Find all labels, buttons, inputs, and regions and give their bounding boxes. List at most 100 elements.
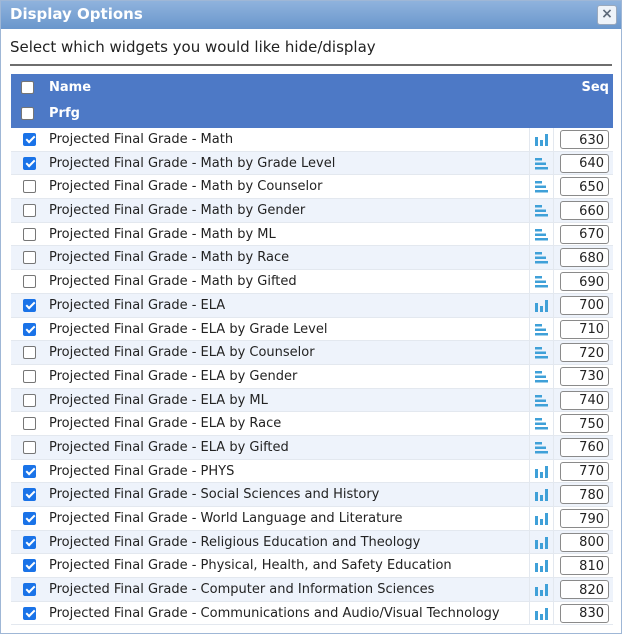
- bar-chart-icon[interactable]: [529, 601, 554, 625]
- row-checkbox[interactable]: [23, 156, 36, 170]
- seq-input[interactable]: [560, 319, 609, 339]
- seq-input[interactable]: [560, 224, 609, 244]
- hbar-chart-icon[interactable]: [529, 175, 554, 199]
- table-header: Name Seq Prfg: [11, 74, 613, 128]
- bar-chart-icon[interactable]: [529, 507, 554, 530]
- table-row: Projected Final Grade - Math by Grade Le…: [11, 151, 613, 176]
- row-checkbox[interactable]: [23, 464, 36, 478]
- seq-input[interactable]: [560, 130, 609, 149]
- column-header-seq: Seq: [581, 80, 610, 95]
- close-icon[interactable]: ×: [597, 5, 617, 25]
- divider: [10, 64, 612, 66]
- instructions-text: Select which widgets you would like hide…: [10, 38, 376, 56]
- seq-input[interactable]: [560, 248, 609, 268]
- row-checkbox[interactable]: [23, 488, 36, 502]
- widget-name: Projected Final Grade - ELA by ML: [49, 392, 268, 408]
- row-checkbox[interactable]: [23, 275, 36, 289]
- table-row: Projected Final Grade - ELA by Grade Lev…: [11, 317, 613, 342]
- row-checkbox[interactable]: [23, 298, 36, 312]
- select-all-checkbox[interactable]: [21, 81, 34, 94]
- bar-chart-icon[interactable]: [529, 483, 554, 507]
- seq-input[interactable]: [560, 437, 609, 457]
- seq-input[interactable]: [560, 177, 609, 197]
- row-checkbox[interactable]: [23, 393, 36, 407]
- seq-input[interactable]: [560, 272, 609, 292]
- seq-input[interactable]: [560, 485, 609, 505]
- row-checkbox[interactable]: [23, 204, 36, 218]
- row-checkbox[interactable]: [23, 417, 36, 431]
- hbar-chart-icon[interactable]: [529, 412, 554, 436]
- seq-input[interactable]: [560, 532, 609, 552]
- row-checkbox[interactable]: [23, 251, 36, 265]
- bar-chart-icon[interactable]: [529, 530, 554, 554]
- hbar-chart-icon[interactable]: [529, 199, 554, 223]
- row-checkbox[interactable]: [23, 440, 36, 454]
- hbar-chart-icon[interactable]: [529, 341, 554, 365]
- widget-name: Projected Final Grade - Math by ML: [49, 226, 276, 242]
- row-checkbox[interactable]: [23, 133, 36, 146]
- widget-name: Projected Final Grade - Math: [49, 132, 234, 147]
- table-row: Projected Final Grade - Math: [11, 128, 613, 152]
- hbar-chart-icon[interactable]: [529, 222, 554, 246]
- dialog-titlebar: Display Options ×: [1, 1, 621, 29]
- table-row: Projected Final Grade - ELA: [11, 293, 613, 318]
- row-checkbox[interactable]: [23, 559, 36, 573]
- seq-input[interactable]: [560, 414, 609, 434]
- bar-chart-icon[interactable]: [529, 293, 554, 317]
- bar-chart-icon[interactable]: [529, 459, 554, 483]
- table-row: Projected Final Grade - Physical, Health…: [11, 554, 613, 579]
- seq-input[interactable]: [560, 153, 609, 173]
- seq-input[interactable]: [560, 295, 609, 315]
- seq-input[interactable]: [560, 509, 609, 528]
- row-checkbox[interactable]: [23, 180, 36, 194]
- bar-chart-icon[interactable]: [529, 554, 554, 578]
- seq-input[interactable]: [560, 556, 609, 576]
- widget-name: Projected Final Grade - Math by Counselo…: [49, 179, 323, 195]
- table-row: Projected Final Grade - ELA by Gifted: [11, 435, 613, 460]
- seq-input[interactable]: [560, 343, 609, 363]
- hbar-chart-icon[interactable]: [529, 246, 554, 270]
- seq-input[interactable]: [560, 201, 609, 221]
- widget-name: Projected Final Grade - World Language a…: [49, 511, 403, 526]
- table-row: Projected Final Grade - Social Sciences …: [11, 483, 613, 507]
- bar-chart-icon[interactable]: [529, 128, 554, 151]
- table-row: Projected Final Grade - Math by Gifted: [11, 270, 613, 294]
- seq-input[interactable]: [560, 366, 609, 386]
- widget-name: Projected Final Grade - Math by Gender: [49, 203, 306, 219]
- hbar-chart-icon[interactable]: [529, 435, 554, 459]
- table-row: Projected Final Grade - Math by Race: [11, 246, 613, 271]
- hbar-chart-icon[interactable]: [529, 270, 554, 294]
- row-checkbox[interactable]: [23, 322, 36, 336]
- row-checkbox[interactable]: [23, 369, 36, 383]
- seq-input[interactable]: [560, 461, 609, 481]
- seq-input[interactable]: [560, 390, 609, 410]
- widget-name: Projected Final Grade - PHYS: [49, 463, 235, 479]
- widgets-table: Name Seq Prfg Projected Final Grade - Ma…: [11, 74, 613, 626]
- hbar-chart-icon[interactable]: [529, 364, 554, 388]
- table-row: Projected Final Grade - Math by Counselo…: [11, 175, 613, 200]
- table-row: Projected Final Grade - Religious Educat…: [11, 530, 613, 555]
- hbar-chart-icon[interactable]: [529, 388, 554, 412]
- hbar-chart-icon[interactable]: [529, 317, 554, 341]
- widget-name: Projected Final Grade - ELA by Gender: [49, 368, 298, 384]
- seq-input[interactable]: [560, 580, 609, 600]
- group-checkbox-prfg[interactable]: [21, 107, 34, 120]
- row-checkbox[interactable]: [23, 346, 36, 360]
- table-row: Projected Final Grade - ELA by Gender: [11, 364, 613, 389]
- widget-name: Projected Final Grade - Religious Educat…: [49, 534, 421, 550]
- table-row: Projected Final Grade - Math by Gender: [11, 199, 613, 223]
- row-checkbox[interactable]: [23, 512, 36, 525]
- seq-input[interactable]: [560, 603, 609, 623]
- table-row: Projected Final Grade - ELA by ML: [11, 388, 613, 413]
- row-checkbox[interactable]: [23, 535, 36, 549]
- row-checkbox[interactable]: [23, 606, 36, 620]
- row-checkbox[interactable]: [23, 583, 36, 597]
- row-checkbox[interactable]: [23, 227, 36, 241]
- widget-name: Projected Final Grade - ELA by Grade Lev…: [49, 321, 328, 337]
- hbar-chart-icon[interactable]: [529, 151, 554, 175]
- table-row: Projected Final Grade - World Language a…: [11, 507, 613, 531]
- widget-name: Projected Final Grade - ELA by Gifted: [49, 439, 289, 455]
- table-row: Projected Final Grade - Communications a…: [11, 601, 613, 626]
- bar-chart-icon[interactable]: [529, 578, 554, 602]
- table-row: Projected Final Grade - Computer and Inf…: [11, 578, 613, 602]
